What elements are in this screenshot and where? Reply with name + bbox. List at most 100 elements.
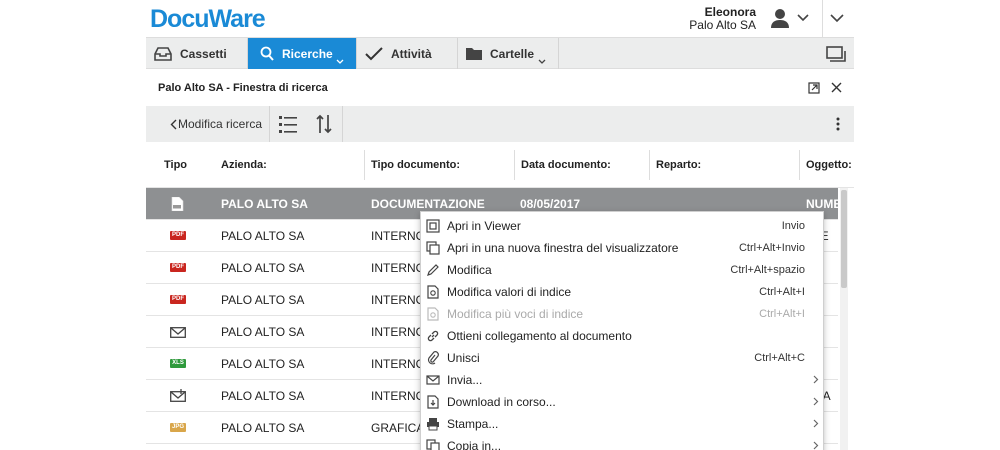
new-window-icon	[426, 241, 440, 255]
menu-item-apri-in-viewer[interactable]: Apri in Viewer Invio	[421, 215, 825, 237]
menu-item-copia-in[interactable]: Copia in...	[421, 435, 825, 450]
window-layout-icon[interactable]	[826, 46, 846, 62]
header-divider	[822, 0, 823, 37]
menu-item-label: Apri in Viewer	[447, 219, 521, 233]
menu-item-label: Modifica	[447, 263, 492, 277]
column-header-azienda[interactable]: Azienda:	[221, 159, 267, 171]
drawer-icon	[154, 46, 172, 61]
result-scrollbar[interactable]	[840, 188, 848, 450]
more-options-icon[interactable]	[836, 117, 840, 131]
menu-item-modifica[interactable]: Modifica Ctrl+Alt+spazio	[421, 259, 825, 281]
column-header-tipo-documento[interactable]: Tipo documento:	[371, 159, 460, 171]
menu-item-shortcut: Ctrl+Alt+I	[759, 308, 805, 320]
cell-azienda: PALO ALTO SA	[221, 357, 305, 371]
chevron-right-icon	[813, 397, 819, 406]
tab-attivita[interactable]: Attività	[357, 38, 458, 69]
menu-item-label: Stampa...	[447, 417, 499, 431]
jpg-file-icon	[171, 197, 184, 211]
app-header: DocuWare Eleonora Palo Alto SA	[146, 0, 854, 37]
link-icon	[427, 330, 439, 342]
column-resize-handle[interactable]	[514, 150, 515, 180]
tab-ricerche-label: Ricerche	[282, 46, 333, 61]
search-panel-header: Palo Alto SA - Finestra di ricerca	[146, 69, 854, 106]
main-tabbar: Cassetti Ricerche Attività Cartelle	[146, 37, 854, 69]
cell-azienda: PALO ALTO SA	[221, 293, 305, 307]
user-icon[interactable]	[770, 8, 790, 28]
menu-item-shortcut: Ctrl+Alt+C	[754, 352, 805, 364]
chevron-right-icon	[813, 419, 819, 428]
tab-attivita-label: Attività	[391, 46, 432, 61]
index-edit-icon	[427, 285, 439, 299]
folder-icon	[466, 48, 482, 60]
scrollbar-thumb[interactable]	[841, 190, 847, 288]
chevron-down-icon[interactable]	[336, 59, 344, 65]
menu-item-stampa[interactable]: Stampa...	[421, 413, 825, 435]
popout-icon[interactable]	[808, 82, 820, 94]
menu-item-label: Modifica più voci di indice	[447, 307, 584, 321]
tab-cartelle[interactable]: Cartelle	[458, 38, 559, 69]
jpg-file-icon: JPG	[170, 423, 186, 432]
chevron-right-icon	[813, 375, 819, 384]
pencil-icon	[427, 264, 439, 276]
column-resize-handle[interactable]	[364, 150, 365, 180]
chevron-down-icon[interactable]	[797, 12, 809, 24]
menu-item-shortcut: Ctrl+Alt+I	[759, 286, 805, 298]
docuware-logo[interactable]: DocuWare	[150, 5, 266, 34]
main-menu-chevron-icon[interactable]	[830, 12, 844, 24]
column-header-data-documento[interactable]: Data documento:	[521, 159, 611, 171]
context-menu: Apri in Viewer Invio Apri in una nuova f…	[420, 211, 824, 450]
copy-icon	[426, 439, 440, 450]
menu-item-modifica-piu-voci: Modifica più voci di indice Ctrl+Alt+I	[421, 303, 825, 325]
close-icon[interactable]	[831, 82, 842, 93]
user-organization: Palo Alto SA	[689, 18, 756, 32]
cell-tipo-documento: INTERNO	[371, 293, 425, 307]
tab-ricerche[interactable]: Ricerche	[248, 38, 357, 69]
multi-index-icon	[427, 307, 439, 321]
column-header-tipo[interactable]: Tipo	[164, 159, 187, 171]
paperclip-icon	[427, 351, 439, 365]
menu-item-download[interactable]: Download in corso...	[421, 391, 825, 413]
docuware-app: DocuWare Eleonora Palo Alto SA Cassetti …	[146, 0, 854, 450]
panel-title: Palo Alto SA - Finestra di ricerca	[158, 82, 328, 94]
menu-item-unisci[interactable]: Unisci Ctrl+Alt+C	[421, 347, 825, 369]
chevron-down-icon[interactable]	[538, 59, 546, 65]
cell-tipo-documento: INTERNO	[371, 357, 425, 371]
pdf-file-icon: PDF	[170, 295, 186, 304]
menu-item-apri-nuova-finestra[interactable]: Apri in una nuova finestra del visualizz…	[421, 237, 825, 259]
xls-file-icon: XLS	[170, 359, 186, 370]
tab-cassetti[interactable]: Cassetti	[146, 38, 248, 69]
cell-azienda: PALO ALTO SA	[221, 261, 305, 275]
menu-item-invia[interactable]: Invia...	[421, 369, 825, 391]
modify-search-button[interactable]: Modifica ricerca	[146, 106, 270, 142]
cell-azienda: PALO ALTO SA	[221, 421, 305, 435]
list-view-icon[interactable]	[278, 114, 298, 134]
column-resize-handle[interactable]	[799, 150, 800, 180]
menu-item-label: Apri in una nuova finestra del visualizz…	[447, 241, 679, 255]
cell-tipo-documento: INTERNO	[371, 261, 425, 275]
print-icon	[427, 418, 439, 431]
cell-tipo-documento: GRAFICA	[371, 421, 425, 435]
cell-azienda: PALO ALTO SA	[221, 325, 305, 339]
column-resize-handle[interactable]	[649, 150, 650, 180]
cell-azienda: PALO ALTO SA	[221, 389, 305, 403]
toolbar-divider	[342, 106, 343, 142]
menu-item-shortcut: Ctrl+Alt+Invio	[738, 242, 805, 254]
chevron-right-icon	[813, 441, 819, 450]
menu-item-label: Download in corso...	[447, 395, 556, 409]
user-info[interactable]: Eleonora Palo Alto SA	[689, 6, 756, 32]
column-header-reparto[interactable]: Reparto:	[656, 159, 701, 171]
viewer-icon	[426, 219, 440, 233]
cell-oggetto: NUME	[806, 197, 838, 211]
menu-item-label: Modifica valori di indice	[447, 285, 572, 299]
cell-tipo-documento: DOCUMENTAZIONE	[371, 197, 485, 211]
pdf-file-icon: PDF	[170, 231, 186, 240]
cell-azienda: PALO ALTO SA	[221, 229, 305, 243]
download-icon	[427, 395, 439, 409]
menu-item-modifica-valori-indice[interactable]: Modifica valori di indice Ctrl+Alt+I	[421, 281, 825, 303]
sort-icon[interactable]	[316, 114, 332, 134]
search-icon	[260, 46, 274, 61]
mail-attachment-icon	[170, 389, 186, 402]
menu-item-ottieni-collegamento[interactable]: Ottieni collegamento al documento	[421, 325, 825, 347]
menu-item-label: Invia...	[447, 373, 483, 387]
column-header-oggetto[interactable]: Oggetto:	[806, 159, 852, 171]
